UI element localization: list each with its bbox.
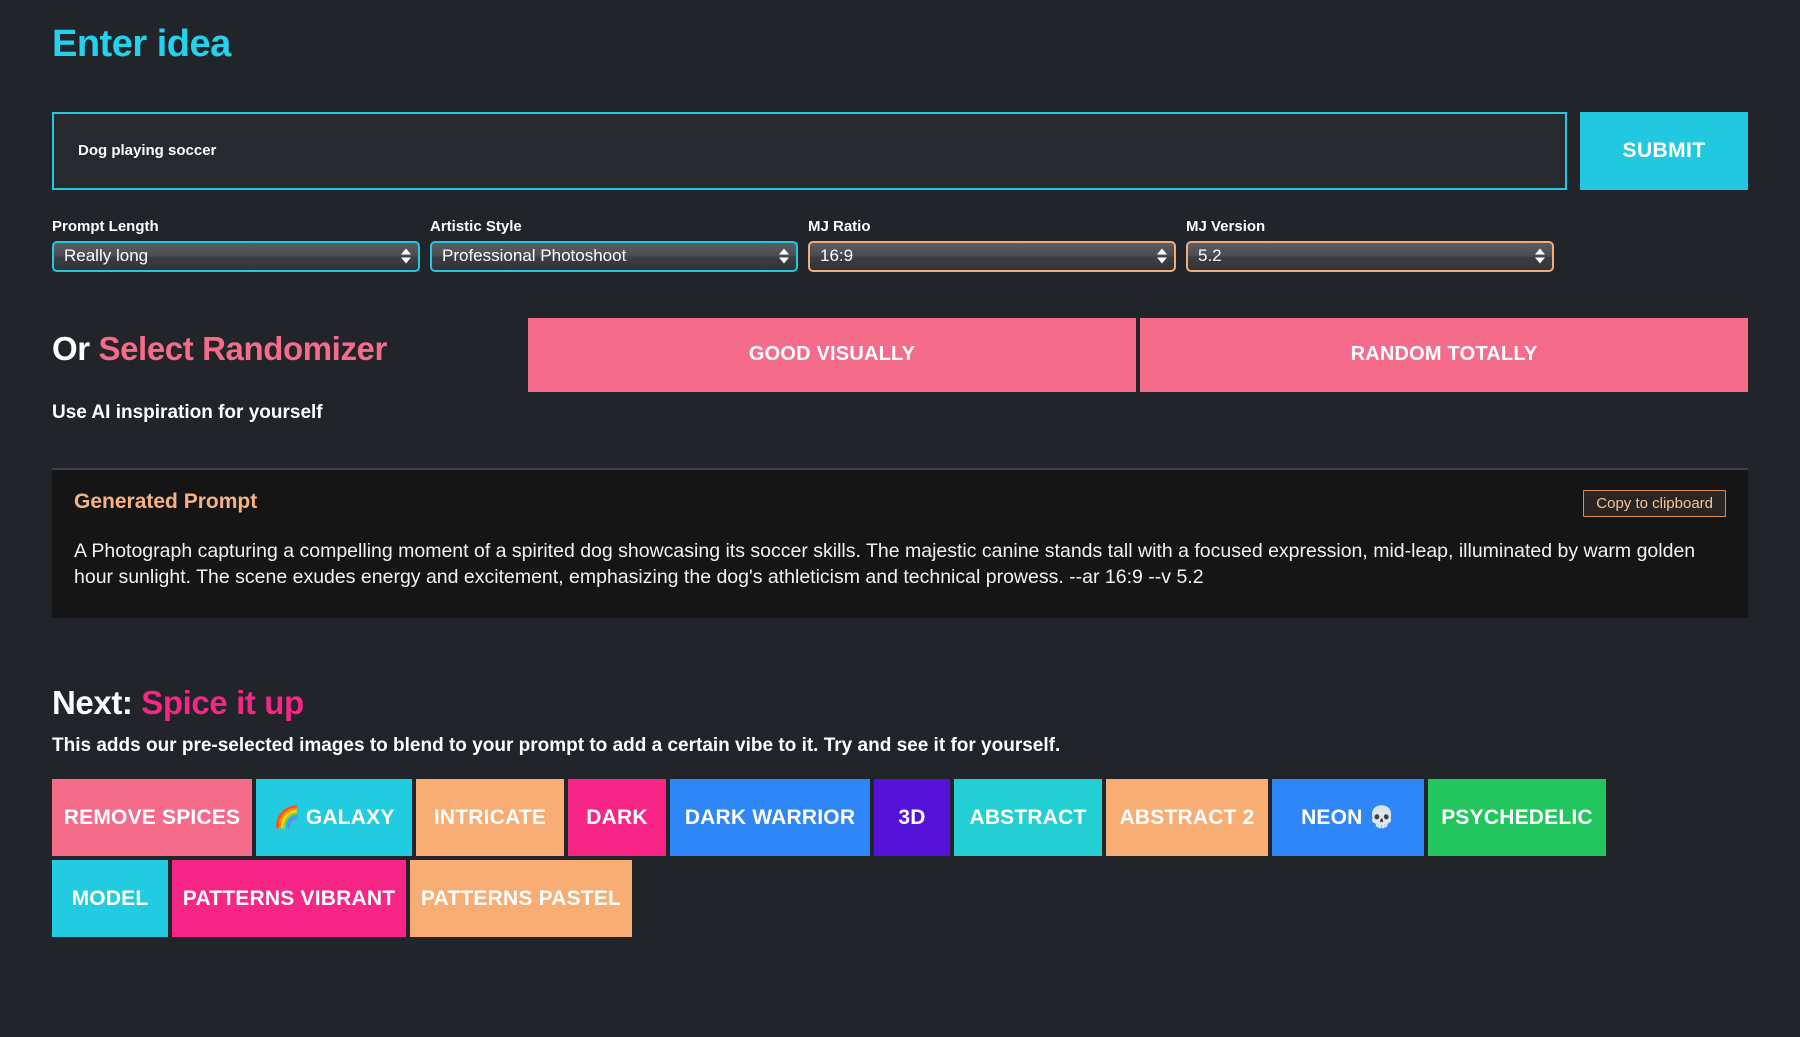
select-label-3: MJ Version: [1186, 218, 1554, 235]
spice-button-6[interactable]: ABSTRACT: [954, 779, 1102, 856]
randomizer-text: Or Select Randomizer Use AI inspiration …: [52, 316, 528, 424]
select-label-0: Prompt Length: [52, 218, 420, 235]
select-2[interactable]: 16:9: [808, 241, 1176, 272]
generated-prompt-header: Generated Prompt Copy to clipboard: [74, 490, 1726, 517]
select-value-2: 16:9: [820, 246, 853, 266]
app-root: Enter idea SUBMIT Prompt Length Really lo…: [0, 0, 1800, 1037]
generated-prompt-panel: Generated Prompt Copy to clipboard A Pho…: [52, 468, 1748, 618]
select-group-2: MJ Ratio 16:9: [808, 218, 1176, 272]
spice-button-3[interactable]: DARK: [568, 779, 666, 856]
select-stepper-icon-0: [401, 249, 411, 264]
spice-button-11[interactable]: PATTERNS VIBRANT: [172, 860, 406, 937]
select-0[interactable]: Really long: [52, 241, 420, 272]
spice-button-0[interactable]: REMOVE SPICES: [52, 779, 252, 856]
copy-to-clipboard-button[interactable]: Copy to clipboard: [1583, 490, 1726, 517]
randomizer-button-0[interactable]: GOOD VISUALLY: [528, 318, 1136, 392]
select-group-0: Prompt Length Really long: [52, 218, 420, 272]
submit-button[interactable]: SUBMIT: [1580, 112, 1748, 190]
spice-button-10[interactable]: MODEL: [52, 860, 168, 937]
options-row: Prompt Length Really long Artistic Style Pr…: [52, 218, 1748, 272]
spice-button-2[interactable]: INTRICATE: [416, 779, 564, 856]
spice-button-5[interactable]: 3D: [874, 779, 950, 856]
select-group-3: MJ Version 5.2: [1186, 218, 1554, 272]
spice-heading-plain: Next:: [52, 684, 141, 721]
randomizer-button-1[interactable]: RANDOM TOTALLY: [1140, 318, 1748, 392]
select-value-1: Professional Photoshoot: [442, 246, 626, 266]
randomizer-buttons: GOOD VISUALLYRANDOM TOTALLY: [528, 316, 1748, 392]
idea-input[interactable]: [52, 112, 1567, 190]
select-stepper-icon-2: [1157, 249, 1167, 264]
randomizer-heading-accent: Select Randomizer: [98, 330, 386, 367]
spice-button-9[interactable]: PSYCHEDELIC: [1428, 779, 1606, 856]
generated-prompt-title: Generated Prompt: [74, 490, 257, 514]
page-title: Enter idea: [52, 0, 1748, 66]
select-value-0: Really long: [64, 246, 148, 266]
randomizer-section: Or Select Randomizer Use AI inspiration …: [52, 316, 1748, 424]
spice-button-12[interactable]: PATTERNS PASTEL: [410, 860, 632, 937]
select-label-1: Artistic Style: [430, 218, 798, 235]
spice-button-4[interactable]: DARK WARRIOR: [670, 779, 870, 856]
select-stepper-icon-1: [779, 249, 789, 264]
spice-button-8[interactable]: NEON 💀: [1272, 779, 1424, 856]
spice-button-1[interactable]: 🌈 GALAXY: [256, 779, 412, 856]
randomizer-heading: Or Select Randomizer: [52, 330, 528, 368]
select-value-3: 5.2: [1198, 246, 1222, 266]
spice-button-7[interactable]: ABSTRACT 2: [1106, 779, 1268, 856]
spice-heading: Next: Spice it up: [52, 684, 1748, 722]
idea-row: SUBMIT: [52, 112, 1748, 190]
select-stepper-icon-3: [1535, 249, 1545, 264]
select-3[interactable]: 5.2: [1186, 241, 1554, 272]
spice-subtitle: This adds our pre-selected images to ble…: [52, 735, 1748, 757]
spice-heading-accent: Spice it up: [141, 684, 303, 721]
randomizer-heading-plain: Or: [52, 330, 98, 367]
randomizer-subtitle: Use AI inspiration for yourself: [52, 402, 528, 424]
select-1[interactable]: Professional Photoshoot: [430, 241, 798, 272]
generated-prompt-text: A Photograph capturing a compelling mome…: [74, 539, 1726, 590]
select-label-2: MJ Ratio: [808, 218, 1176, 235]
select-group-1: Artistic Style Professional Photoshoot: [430, 218, 798, 272]
spice-buttons: REMOVE SPICES🌈 GALAXYINTRICATEDARKDARK W…: [52, 779, 1632, 937]
